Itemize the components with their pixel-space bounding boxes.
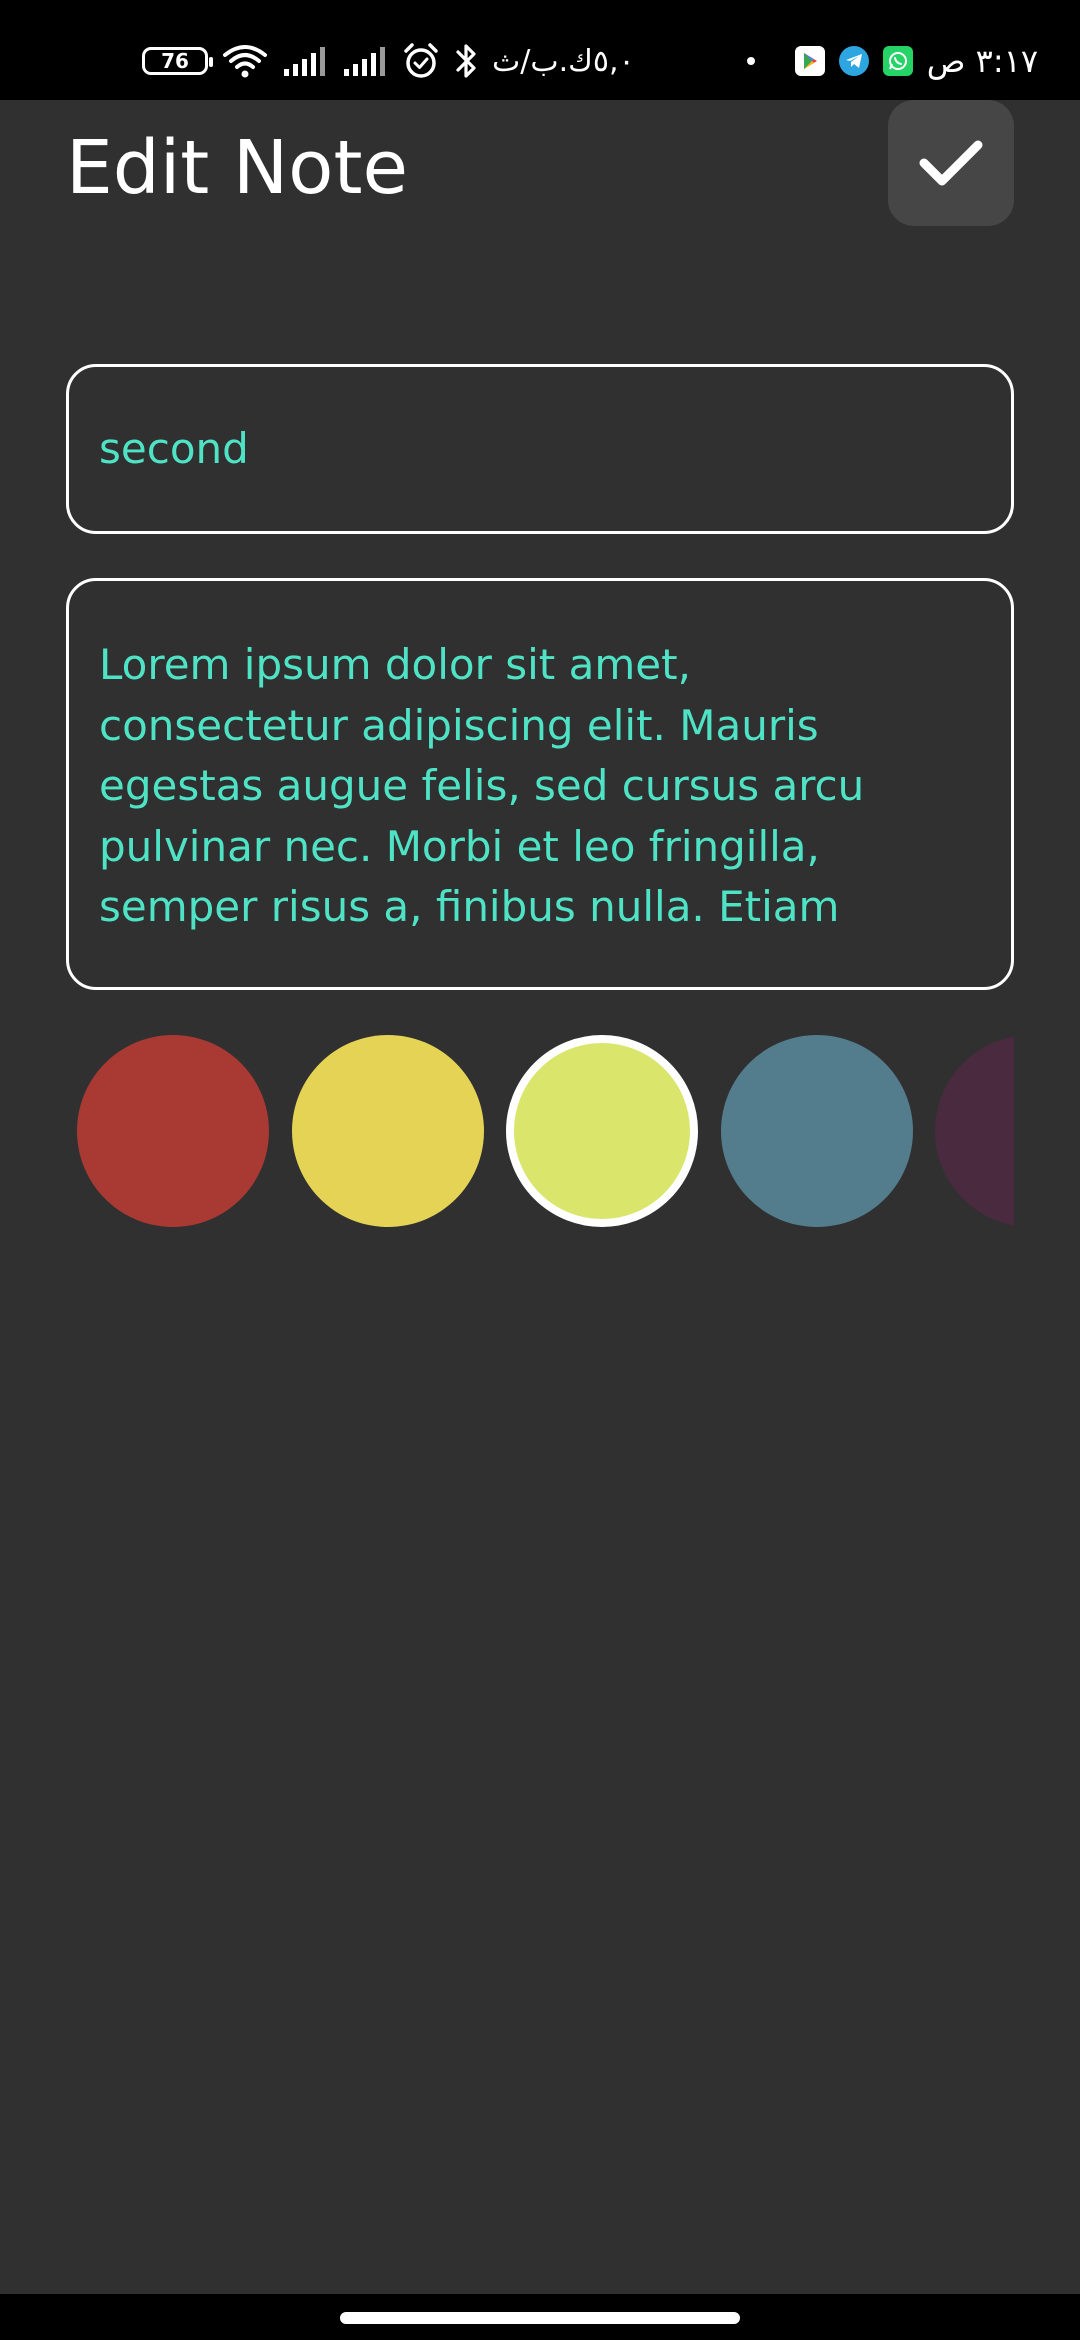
note-content-value: Lorem ipsum dolor sit amet, consectetur …	[99, 640, 865, 931]
color-swatch-yellow[interactable]	[292, 1035, 484, 1227]
signal-icon-sim2	[342, 45, 388, 77]
wifi-icon	[222, 43, 268, 79]
color-swatch-red[interactable]	[77, 1035, 269, 1227]
bluetooth-icon	[454, 42, 478, 80]
color-swatch-blue-grey[interactable]	[721, 1035, 913, 1227]
alarm-icon	[402, 42, 440, 80]
page-title: Edit Note	[66, 125, 408, 211]
note-title-value: second	[99, 424, 249, 473]
home-indicator[interactable]	[340, 2312, 740, 2324]
signal-icon-sim1	[282, 45, 328, 77]
checkmark-icon	[919, 140, 983, 186]
notification-dot-icon	[746, 57, 755, 65]
color-picker	[66, 1033, 1014, 1228]
telegram-icon	[838, 46, 869, 76]
note-title-input[interactable]: second	[66, 364, 1014, 534]
clock: ٣:١٧ ص	[926, 42, 1038, 80]
note-content-input[interactable]: Lorem ipsum dolor sit amet, consectetur …	[66, 578, 1014, 990]
color-swatch-plum[interactable]	[935, 1035, 1014, 1227]
whatsapp-icon	[882, 46, 913, 76]
network-speed: ٥,٠ك.ب/ث	[492, 43, 635, 79]
status-bar: 76 ٥,٠ك.ب/ث ٣:١٧ ص	[0, 0, 1080, 100]
play-store-icon	[794, 46, 825, 76]
color-swatch-lime[interactable]	[506, 1035, 698, 1227]
battery-icon: 76	[142, 47, 213, 75]
battery-level: 76	[161, 49, 189, 73]
save-button[interactable]	[888, 100, 1014, 226]
status-bar-left: 76 ٥,٠ك.ب/ث	[142, 38, 635, 84]
edit-note-screen: 76 ٥,٠ك.ب/ث ٣:١٧ ص Edit Note second Lore…	[0, 0, 1080, 2340]
status-bar-right: ٣:١٧ ص	[746, 38, 1038, 84]
